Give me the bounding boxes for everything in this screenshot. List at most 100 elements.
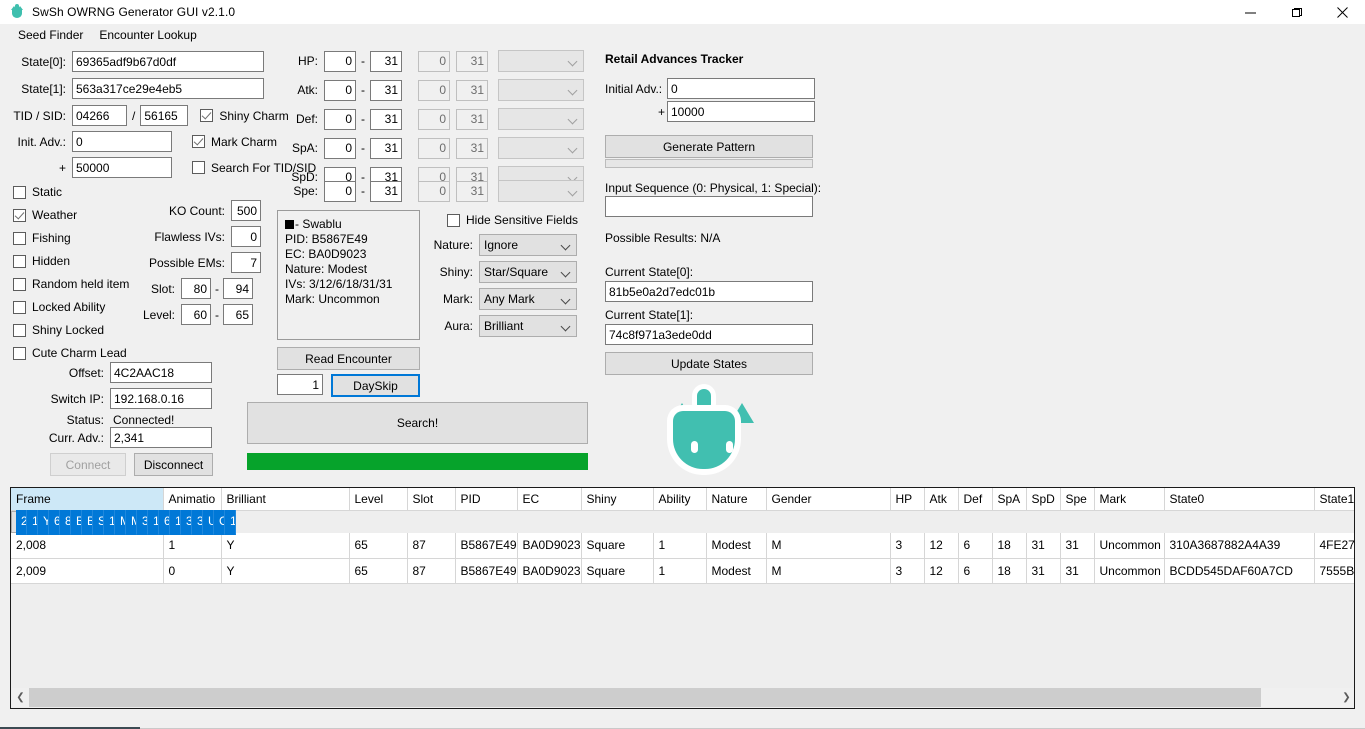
dayskip-count-input[interactable] bbox=[277, 374, 323, 395]
state0-field-row: State[0]: bbox=[14, 51, 264, 72]
column-header-ec[interactable]: EC bbox=[517, 488, 582, 511]
read-encounter-button[interactable]: Read Encounter bbox=[277, 347, 420, 370]
flag-shiny-locked-checkbox[interactable]: Shiny Locked bbox=[13, 323, 104, 337]
flag-fishing-checkbox[interactable]: Fishing bbox=[13, 231, 71, 245]
dayskip-button[interactable]: DaySkip bbox=[331, 374, 420, 397]
hide-sensitive-fields-checkbox[interactable]: Hide Sensitive Fields bbox=[447, 213, 578, 227]
nature-filter-select[interactable]: Ignore bbox=[479, 234, 577, 256]
flag-static-checkbox[interactable]: Static bbox=[13, 185, 62, 199]
table-row[interactable]: 2,007 1 Y 65 87 B5867E49 BA0D9023 Square… bbox=[11, 509, 236, 535]
mark-charm-checkbox[interactable]: Mark Charm bbox=[192, 135, 277, 149]
state0-input[interactable] bbox=[72, 51, 264, 72]
tracker-plus-input[interactable] bbox=[667, 101, 815, 122]
iv-atk-min-input[interactable] bbox=[324, 79, 356, 101]
update-states-button[interactable]: Update States bbox=[605, 352, 813, 375]
init-adv-input[interactable] bbox=[72, 131, 172, 152]
column-header-spd[interactable]: SpD bbox=[1026, 488, 1061, 511]
flawless-ivs-input[interactable] bbox=[231, 226, 261, 247]
column-header-state1[interactable]: State1 bbox=[1314, 488, 1354, 511]
scrollbar-track[interactable] bbox=[29, 688, 1338, 707]
minimize-icon[interactable] bbox=[1227, 0, 1273, 24]
level-max-input[interactable] bbox=[223, 304, 253, 325]
iv-spa-max-input[interactable] bbox=[370, 137, 402, 159]
column-header-frame[interactable]: Frame bbox=[11, 488, 164, 511]
input-sequence-label: Input Sequence (0: Physical, 1: Special)… bbox=[605, 181, 822, 195]
generate-pattern-button[interactable]: Generate Pattern bbox=[605, 135, 813, 158]
results-table[interactable]: Frame Animatio Brilliant Level Slot PID … bbox=[10, 487, 1355, 709]
disconnect-button[interactable]: Disconnect bbox=[134, 453, 213, 476]
close-icon[interactable] bbox=[1319, 0, 1365, 24]
table-row[interactable]: 2,008 1 Y 65 87 B5867E49 BA0D9023 Square… bbox=[11, 533, 1354, 559]
column-header-mark[interactable]: Mark bbox=[1094, 488, 1165, 511]
column-header-spe[interactable]: Spe bbox=[1060, 488, 1095, 511]
slot-max-input[interactable] bbox=[223, 278, 253, 299]
flag-hidden-checkbox[interactable]: Hidden bbox=[13, 254, 70, 268]
chevron-down-icon bbox=[562, 296, 569, 303]
menu-item-encounter-lookup[interactable]: Encounter Lookup bbox=[91, 26, 204, 44]
iv-spa-min-input[interactable] bbox=[324, 137, 356, 159]
curr-adv-input[interactable] bbox=[110, 427, 212, 448]
encounter-info-box: - Swablu PID: B5867E49 EC: BA0D9023 Natu… bbox=[277, 210, 420, 340]
chevron-right-icon[interactable]: ❯ bbox=[1338, 688, 1354, 707]
state1-label: State[1]: bbox=[21, 81, 66, 96]
cell-ability: 1 bbox=[104, 509, 115, 535]
column-header-brilliant[interactable]: Brilliant bbox=[221, 488, 350, 511]
flag-weather-checkbox[interactable]: Weather bbox=[13, 208, 77, 222]
tracker-initial-adv-input[interactable] bbox=[667, 78, 815, 99]
possible-results-text: Possible Results: N/A bbox=[605, 231, 721, 245]
tid-input[interactable] bbox=[72, 105, 127, 126]
flag-locked-ability-checkbox[interactable]: Locked Ability bbox=[13, 300, 105, 314]
shiny-filter-select[interactable]: Star/Square bbox=[479, 261, 577, 283]
input-sequence-input[interactable] bbox=[605, 196, 813, 217]
iv-hp-min-input[interactable] bbox=[324, 50, 356, 72]
ko-count-input[interactable] bbox=[231, 200, 261, 221]
column-header-gender[interactable]: Gender bbox=[766, 488, 891, 511]
column-header-state0[interactable]: State0 bbox=[1164, 488, 1315, 511]
chevron-left-icon[interactable]: ❮ bbox=[12, 688, 29, 707]
cell-state1: 4FE273 bbox=[1314, 533, 1354, 559]
flag-cute-charm-lead-checkbox[interactable]: Cute Charm Lead bbox=[13, 346, 127, 360]
column-header-level[interactable]: Level bbox=[349, 488, 408, 511]
adv-range-input[interactable] bbox=[72, 157, 172, 178]
table-horizontal-scrollbar[interactable]: ❮ ❯ bbox=[12, 688, 1354, 707]
column-header-pid[interactable]: PID bbox=[455, 488, 518, 511]
state1-input[interactable] bbox=[72, 78, 264, 99]
column-header-nature[interactable]: Nature bbox=[706, 488, 767, 511]
column-header-animation[interactable]: Animatio bbox=[163, 488, 222, 511]
slot-min-input[interactable] bbox=[181, 278, 211, 299]
search-button[interactable]: Search! bbox=[247, 402, 588, 444]
switch-ip-input[interactable] bbox=[110, 388, 212, 409]
column-header-def[interactable]: Def bbox=[958, 488, 993, 511]
search-progress-bar bbox=[247, 453, 588, 470]
shiny-filter-value: Star/Square bbox=[484, 265, 549, 279]
current-state1-input[interactable] bbox=[605, 324, 813, 345]
iv-def-min-input[interactable] bbox=[324, 108, 356, 130]
aura-filter-select[interactable]: Brilliant bbox=[479, 315, 577, 337]
column-header-hp[interactable]: HP bbox=[890, 488, 925, 511]
menu-item-seed-finder[interactable]: Seed Finder bbox=[10, 26, 91, 44]
iv-atk-max-input[interactable] bbox=[370, 79, 402, 101]
current-state0-input[interactable] bbox=[605, 281, 813, 302]
column-header-slot[interactable]: Slot bbox=[407, 488, 456, 511]
scrollbar-thumb[interactable] bbox=[29, 688, 1261, 707]
level-min-input[interactable] bbox=[181, 304, 211, 325]
iv-hp-max-input[interactable] bbox=[370, 50, 402, 72]
offset-input[interactable] bbox=[110, 362, 212, 383]
connect-button[interactable]: Connect bbox=[50, 453, 126, 476]
mark-filter-select[interactable]: Any Mark bbox=[479, 288, 577, 310]
sid-input[interactable] bbox=[140, 105, 189, 126]
cell-shiny: Square bbox=[581, 533, 654, 559]
maximize-icon[interactable] bbox=[1273, 0, 1319, 24]
possible-ems-input[interactable] bbox=[231, 252, 261, 273]
iv-def-max-input[interactable] bbox=[370, 108, 402, 130]
column-header-atk[interactable]: Atk bbox=[924, 488, 959, 511]
iv-spe-min-input[interactable] bbox=[324, 180, 356, 202]
flag-locked-ability-label: Locked Ability bbox=[32, 300, 106, 314]
column-header-spa[interactable]: SpA bbox=[992, 488, 1027, 511]
cell-nature: Modest bbox=[115, 509, 126, 535]
column-header-shiny[interactable]: Shiny bbox=[581, 488, 654, 511]
table-row[interactable]: 2,009 0 Y 65 87 B5867E49 BA0D9023 Square… bbox=[11, 558, 1354, 584]
column-header-ability[interactable]: Ability bbox=[653, 488, 707, 511]
shiny-charm-checkbox[interactable]: Shiny Charm bbox=[200, 109, 289, 123]
iv-spe-max-input[interactable] bbox=[370, 180, 402, 202]
